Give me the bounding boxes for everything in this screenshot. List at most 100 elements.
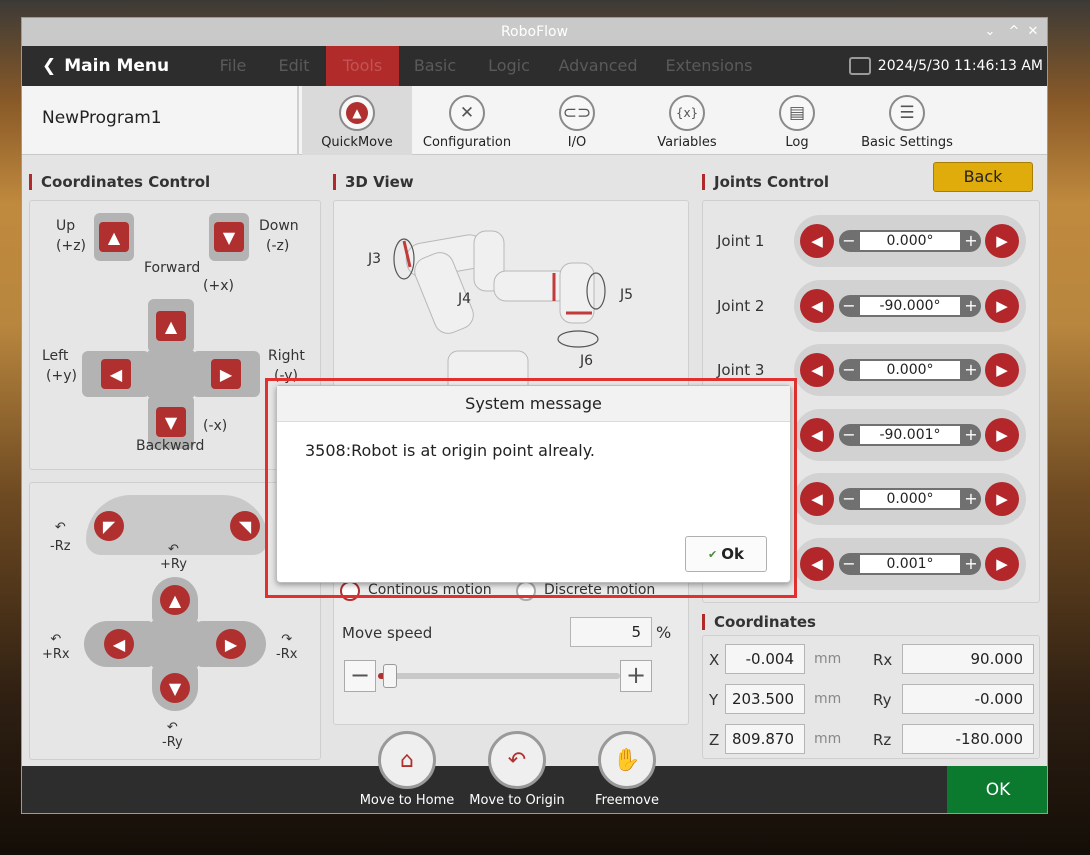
tool-variables[interactable]: {x} Variables	[647, 86, 727, 155]
arrow-right-icon: ▶	[996, 554, 1008, 573]
tool-basic-settings[interactable]: ☰ Basic Settings	[857, 86, 957, 155]
rz-value: -180.000	[902, 724, 1034, 754]
up-button[interactable]: ▲	[94, 213, 134, 261]
joint-increase-button[interactable]: ▶	[985, 353, 1019, 387]
joint-minus-button[interactable]: −	[839, 359, 859, 381]
right-button[interactable]: ▶	[192, 351, 260, 397]
freemove-button[interactable]: ✋ Freemove	[577, 731, 677, 808]
tool-label: Basic Settings	[861, 135, 953, 150]
menu-edit[interactable]: Edit	[272, 46, 316, 86]
tool-label: Configuration	[422, 135, 512, 150]
joint-minus-button[interactable]: −	[839, 424, 859, 446]
ry-down-button[interactable]: ▼	[152, 665, 198, 711]
joint-decrease-button[interactable]: ◀	[800, 482, 834, 516]
close-button[interactable]: ✕	[1024, 18, 1042, 46]
home-icon: ⌂	[378, 731, 436, 789]
rz-plus-button[interactable]: ◤	[86, 503, 132, 549]
x-value: -0.004	[725, 644, 805, 674]
joint-value[interactable]: 0.000°	[860, 490, 960, 508]
menu-advanced[interactable]: Advanced	[555, 46, 641, 86]
joint-minus-button[interactable]: −	[839, 488, 859, 510]
joint-increase-button[interactable]: ▶	[985, 417, 1019, 452]
joint-label-j4: J4	[457, 291, 471, 307]
ok-button[interactable]: OK	[947, 766, 1047, 813]
view3d-title: 3D View	[333, 174, 414, 190]
rx-minus-text: -Rx	[276, 647, 298, 662]
move-to-home-button[interactable]: ⌂ Move to Home	[357, 731, 457, 808]
joint-decrease-button[interactable]: ◀	[800, 353, 834, 387]
arrow-down-icon: ▼	[160, 673, 190, 703]
wrench-screwdriver-icon: ✕	[449, 95, 485, 131]
speed-slider-track[interactable]	[378, 664, 620, 688]
tool-quickmove[interactable]: ▲ QuickMove	[302, 86, 412, 155]
joint-name: Joint 3	[717, 361, 765, 379]
joint-minus-button[interactable]: −	[839, 295, 859, 317]
joint-plus-button[interactable]: +	[961, 230, 981, 252]
rx-plus-label: ↶ +Rx	[42, 633, 70, 664]
arrow-left-icon: ◀	[811, 361, 823, 379]
joint-name: Joint 1	[717, 232, 765, 250]
joint-value[interactable]: 0.000°	[860, 232, 960, 250]
rx-value: 90.000	[902, 644, 1034, 674]
joint-plus-button[interactable]: +	[961, 359, 981, 381]
tool-io[interactable]: ⊂⊃ I/O	[537, 86, 617, 155]
joints-control-title: Joints Control	[702, 174, 829, 190]
joint-minus-button[interactable]: −	[839, 553, 859, 575]
joint-increase-button[interactable]: ▶	[985, 546, 1019, 581]
move-speed-input[interactable]: 5	[570, 617, 652, 647]
menu-file[interactable]: File	[208, 46, 258, 86]
joint-value[interactable]: -90.000°	[860, 296, 960, 315]
menu-tools[interactable]: Tools	[326, 46, 399, 86]
speed-decrease-button[interactable]: −	[344, 660, 376, 692]
rotate-icon: ↶	[168, 542, 179, 557]
joint-increase-button[interactable]: ▶	[985, 288, 1019, 323]
joint-value[interactable]: 0.000°	[860, 361, 960, 379]
arrow-left-icon: ◀	[811, 296, 823, 315]
forward-button[interactable]: ▲	[148, 299, 194, 353]
speed-slider-thumb[interactable]	[383, 664, 398, 688]
back-button[interactable]: Back	[933, 162, 1033, 192]
joint-value[interactable]: 0.001°	[860, 554, 960, 573]
tool-log[interactable]: ▤ Log	[757, 86, 837, 155]
joint-decrease-button[interactable]: ◀	[800, 546, 834, 581]
left-button[interactable]: ◀	[82, 351, 150, 397]
joint-plus-button[interactable]: +	[961, 424, 981, 446]
joint-minus-button[interactable]: −	[839, 230, 859, 252]
joint-decrease-button[interactable]: ◀	[800, 224, 834, 258]
joint-plus-button[interactable]: +	[961, 553, 981, 575]
joint-decrease-button[interactable]: ◀	[800, 288, 834, 323]
minimize-button[interactable]: ⌄	[981, 18, 999, 46]
variables-icon: {x}	[669, 95, 705, 131]
menu-logic[interactable]: Logic	[479, 46, 539, 86]
arrow-left-icon: ◀	[811, 425, 823, 444]
joint-increase-button[interactable]: ▶	[985, 224, 1019, 258]
speed-increase-button[interactable]: +	[620, 660, 652, 692]
rx-right-button[interactable]: ▶	[196, 621, 266, 667]
dialog-ok-button[interactable]: ✔ Ok	[685, 536, 767, 572]
y-value: 203.500	[725, 684, 805, 714]
joint-value-field: − -90.000° +	[839, 294, 981, 317]
tool-label: I/O	[567, 135, 587, 150]
rx-label: Rx	[873, 651, 893, 669]
rx-left-button[interactable]: ◀	[84, 621, 154, 667]
menu-basic[interactable]: Basic	[408, 46, 462, 86]
joint-increase-button[interactable]: ▶	[985, 482, 1019, 516]
rx-plus-text: +Rx	[42, 647, 70, 662]
toolbar: NewProgram1 ▲ QuickMove ✕ Configuration …	[22, 86, 1047, 155]
main-menu-button[interactable]: ❮ Main Menu	[42, 46, 169, 86]
tool-configuration[interactable]: ✕ Configuration	[417, 86, 517, 155]
quickmove-icon: ▲	[339, 95, 375, 131]
menu-extensions[interactable]: Extensions	[660, 46, 758, 86]
ry-up-button[interactable]: ▲	[152, 577, 198, 623]
joint-decrease-button[interactable]: ◀	[800, 417, 834, 452]
joint-value[interactable]: -90.001°	[860, 425, 960, 444]
rz-minus-button[interactable]: ◥	[222, 503, 268, 549]
down-axis-label: (-z)	[266, 238, 290, 254]
down-button[interactable]: ▼	[209, 213, 249, 261]
move-to-origin-button[interactable]: ↶ Move to Origin	[467, 731, 567, 808]
joint-plus-button[interactable]: +	[961, 488, 981, 510]
tool-label: Log	[785, 135, 809, 150]
robot-model[interactable]: J3 J4 J5 J6	[334, 201, 690, 401]
joint-plus-button[interactable]: +	[961, 295, 981, 317]
maximize-button[interactable]: ^	[1005, 18, 1023, 46]
